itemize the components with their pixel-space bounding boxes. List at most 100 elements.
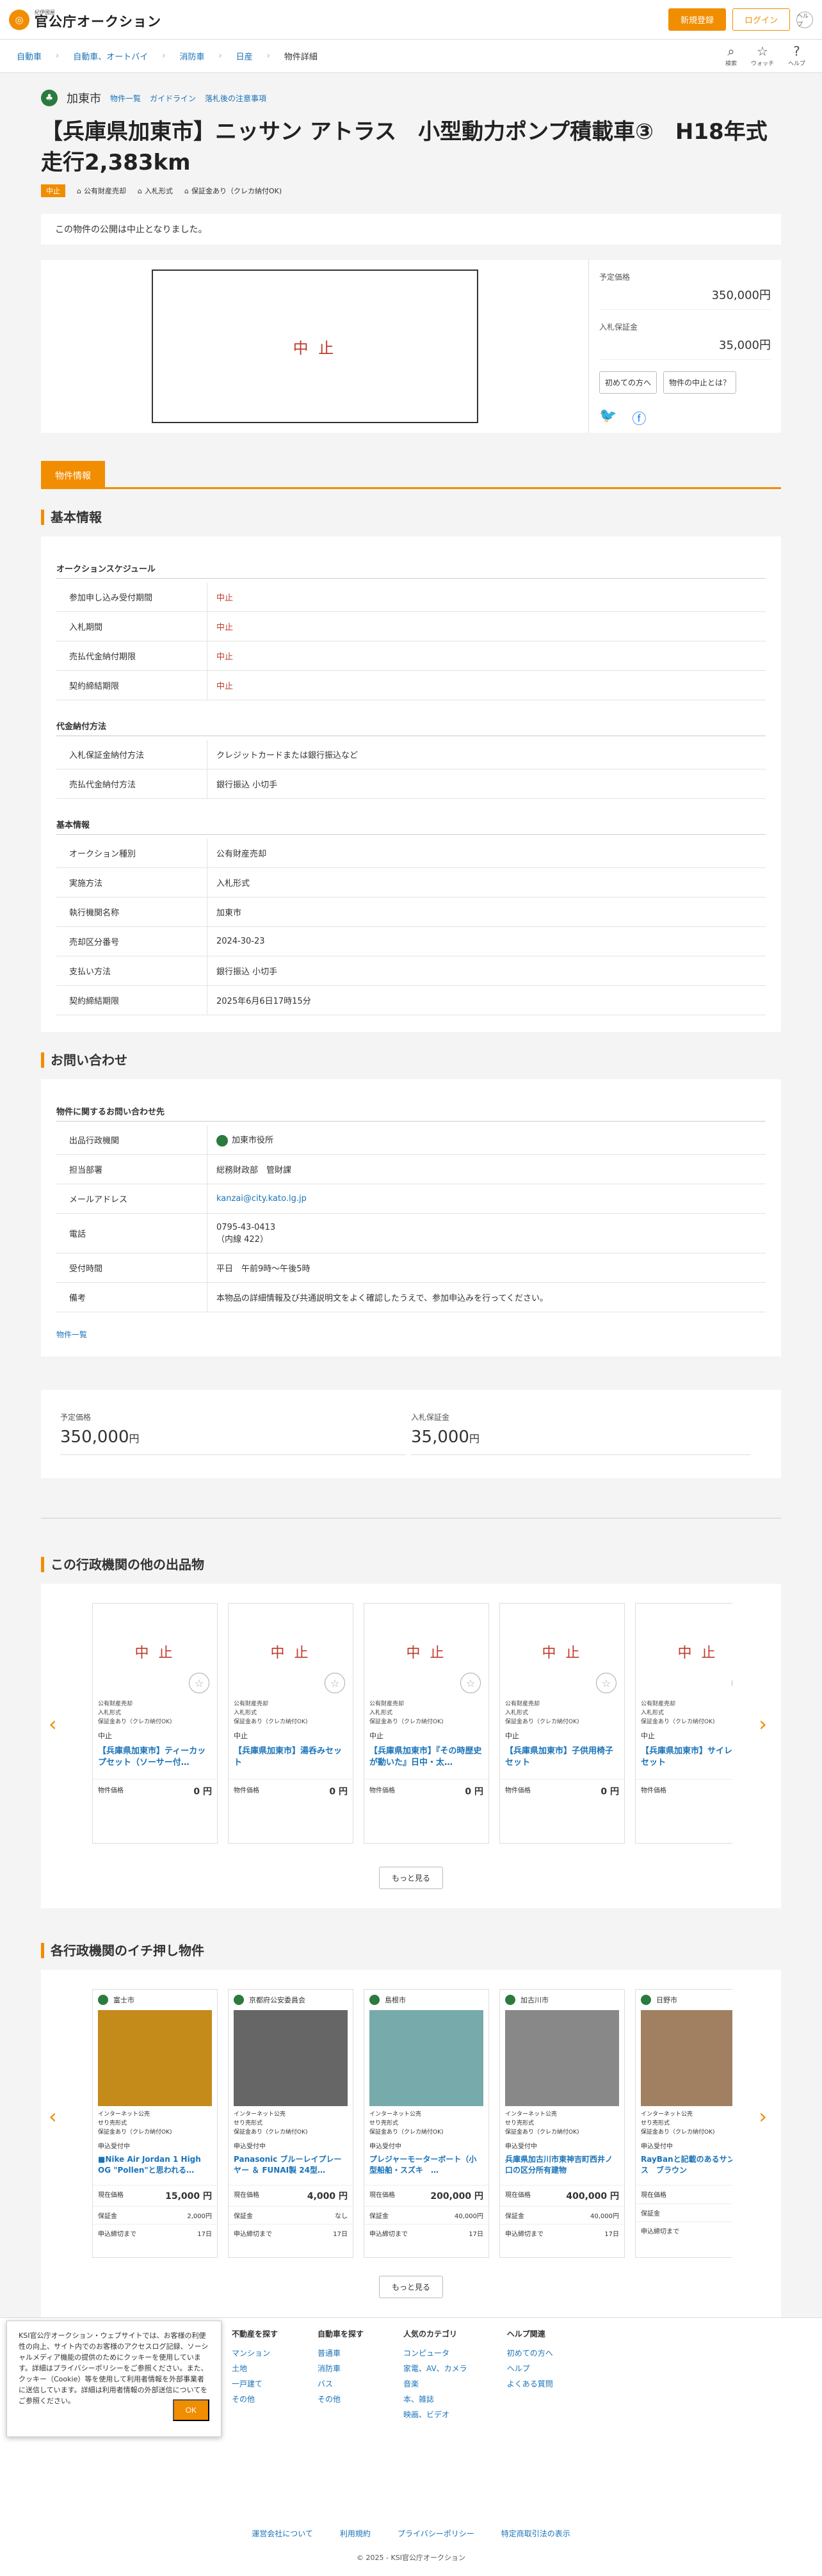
info-key: 売払代金納付期限 xyxy=(56,641,207,670)
footer-link[interactable]: 土地 xyxy=(232,2361,278,2376)
footer-link[interactable]: ヘルプ xyxy=(507,2361,553,2376)
item-org-name: 京都府公安委員会 xyxy=(249,1996,305,2004)
other-item-card[interactable]: 中 止 ☆ 公有財産売却 入札形式 保証金あり（クレカ納付OK) 中止 【兵庫県加東市】子供… xyxy=(499,1603,625,1844)
footer-bottom-link[interactable]: プライバシーポリシー xyxy=(398,2528,474,2539)
beginner-button[interactable]: 初めての方へ xyxy=(599,371,657,394)
footer-link[interactable]: 本、雑誌 xyxy=(403,2392,467,2407)
footer-link[interactable]: マンション xyxy=(232,2346,278,2361)
footer-bottom-link[interactable]: 運営会社について xyxy=(252,2528,313,2539)
info-key: 電話 xyxy=(56,1214,207,1253)
footer-link[interactable]: バス xyxy=(318,2376,364,2392)
item-meta-line: 公有財産売却 xyxy=(234,1701,269,1707)
login-button[interactable]: ログイン xyxy=(732,8,790,31)
watch-nav[interactable]: ☆ ウォッチ xyxy=(751,45,774,67)
org-name[interactable]: 加東市 xyxy=(67,90,101,106)
item-name[interactable]: 兵庫県加古川市東神吉町西井ノ口の区分所有建物 xyxy=(500,2150,624,2185)
item-data-label: 保証金 xyxy=(98,2213,117,2220)
org-link[interactable]: ガイドライン xyxy=(150,93,196,104)
footer-link[interactable]: その他 xyxy=(318,2392,364,2407)
footer-bottom-link[interactable]: 特定商取引法の表示 xyxy=(501,2528,570,2539)
facebook-icon[interactable]: ⓕ xyxy=(632,408,646,428)
other-item-card[interactable]: 中 止 ☆ 公有財産売却 入札形式 保証金あり（クレカ納付OK) 中止 【兵庫県加東市】ティ… xyxy=(92,1603,218,1844)
item-name[interactable]: RayBanと記載のあるサングラス ブラウン xyxy=(636,2150,732,2185)
item-name[interactable]: Panasonic ブルーレイプレーヤー ＆ FUNAI製 24型… xyxy=(229,2150,353,2185)
star-icon[interactable]: ☆ xyxy=(189,1673,209,1693)
item-price-label: 物件価格 xyxy=(234,1787,259,1794)
item-list-link[interactable]: 物件一覧 xyxy=(56,1329,766,1340)
footer-link[interactable]: 音楽 xyxy=(403,2376,467,2392)
info-key: 売却区分番号 xyxy=(56,927,207,956)
chevron-left-icon[interactable]: ‹ xyxy=(49,2104,57,2129)
tag-icon: ⌂ xyxy=(184,186,189,195)
item-meta-line: 入札形式 xyxy=(505,1710,529,1716)
pickup-item-card[interactable]: 日野市 インターネット公売 せり売形式 保証金あり（クレカ納付OK) 申込受付中 RayB… xyxy=(635,1989,732,2258)
item-name[interactable]: 【兵庫県加東市】サイレートセット xyxy=(636,1741,732,1779)
footer-link[interactable]: 初めての方へ xyxy=(507,2346,553,2361)
chevron-right-icon[interactable]: › xyxy=(759,2104,767,2129)
item-meta-line: 入札形式 xyxy=(98,1710,122,1716)
item-data-row: 申込締切まで 17日 xyxy=(229,2224,353,2242)
chevron-left-icon[interactable]: ‹ xyxy=(49,1712,57,1736)
other-item-card[interactable]: 中 止 ☆ 公有財産売却 入札形式 保証金あり（クレカ納付OK) 中止 【兵庫県加東市】湯呑… xyxy=(228,1603,353,1844)
search-nav[interactable]: ⌕ 検索 xyxy=(725,45,737,67)
footer-link[interactable]: 普通車 xyxy=(318,2346,364,2361)
email-link[interactable]: kanzai@city.kato.lg.jp xyxy=(216,1194,307,1203)
tag: ⌂ 保証金あり（クレカ納付OK) xyxy=(184,186,282,196)
footer-link[interactable]: 映画、ビデオ xyxy=(403,2407,467,2422)
info-row: 受付時間 平日 午前9時〜午後5時 xyxy=(56,1253,766,1283)
item-name[interactable]: 【兵庫県加東市】ティーカップセット（ソーサー付… xyxy=(93,1741,217,1779)
breadcrumb-link[interactable]: 自動車、オートバイ xyxy=(73,50,148,62)
pickup-carousel: ‹ 富士市 インターネット公売 せり売形式 保証金あり（クレカ納付OK) 申込受付中 ■N… xyxy=(41,1970,781,2322)
info-value: 銀行振込 小切手 xyxy=(216,967,278,977)
tag-row: 中止 ⌂ 公有財産売却 ⌂ 入札形式 ⌂ 保証金あり（クレカ納付OK) xyxy=(41,184,781,197)
breadcrumb-link[interactable]: 自動車 xyxy=(17,50,42,62)
org-link[interactable]: 落札後の注意事項 xyxy=(205,93,266,104)
other-item-card[interactable]: 中 止☆公有財産売却入札形式保証金あり（クレカ納付OK)中止【兵庫県加東市】サイ… xyxy=(635,1603,732,1844)
item-name[interactable]: 【兵庫県加東市】『その時歴史が動いた』日中・太… xyxy=(364,1741,488,1779)
register-button[interactable]: 新規登録 xyxy=(668,8,726,31)
help-icon[interactable]: ヘルプ xyxy=(796,11,813,28)
tab-item-info[interactable]: 物件情報 xyxy=(41,461,105,489)
tag: ⌂ 公有財産売却 xyxy=(77,186,126,196)
pickup-item-card[interactable]: 京都府公安委員会 インターネット公売 せり売形式 保証金あり（クレカ納付OK) 申込受付… xyxy=(228,1989,353,2258)
item-photo xyxy=(641,2010,732,2106)
item-name[interactable]: 【兵庫県加東市】子供用椅子セット xyxy=(500,1741,624,1779)
chevron-right-icon[interactable]: › xyxy=(759,1712,767,1736)
pickup-item-card[interactable]: 富士市 インターネット公売 せり売形式 保証金あり（クレカ納付OK) 申込受付中 ■Nik… xyxy=(92,1989,218,2258)
help-nav[interactable]: ? ヘルプ xyxy=(788,45,805,67)
breadcrumb-link[interactable]: 消防車 xyxy=(179,50,204,62)
footer-link[interactable]: よくある質問 xyxy=(507,2376,553,2392)
footer-column: 不動産を探す マンション 土地 一戸建て その他 xyxy=(232,2328,278,2422)
info-row: オークション種別 公有財産売却 xyxy=(56,839,766,868)
breadcrumb-link[interactable]: 日産 xyxy=(236,50,253,62)
site-logo[interactable]: ◎ 紀伊國屋 官公庁オークション xyxy=(9,9,161,30)
footer-bottom-link[interactable]: 利用規約 xyxy=(340,2528,371,2539)
footer-link[interactable]: 消防車 xyxy=(318,2361,364,2376)
item-name[interactable]: プレジャーモーターボート（小型船舶・スズキ … xyxy=(364,2150,488,2185)
footer-link[interactable]: コンピュータ xyxy=(403,2346,467,2361)
pickup-item-card[interactable]: 島根市 インターネット公売 せり売形式 保証金あり（クレカ納付OK) 申込受付中 プレジャ… xyxy=(364,1989,489,2258)
cancel-info-button[interactable]: 物件の中止とは？ xyxy=(663,371,737,394)
footer-link[interactable]: 家電、AV、カメラ xyxy=(403,2361,467,2376)
org-link[interactable]: 物件一覧 xyxy=(110,93,141,104)
star-icon[interactable]: ☆ xyxy=(325,1673,345,1693)
footer-link[interactable]: その他 xyxy=(232,2392,278,2407)
cookie-ok-button[interactable]: OK xyxy=(172,2399,209,2421)
deposit-label: 入札保証金 xyxy=(599,323,638,332)
item-name[interactable]: 【兵庫県加東市】湯呑みセット xyxy=(229,1741,353,1779)
other-item-card[interactable]: 中 止 ☆ 公有財産売却 入札形式 保証金あり（クレカ納付OK) 中止 【兵庫県加東市】『そ… xyxy=(364,1603,489,1844)
twitter-icon[interactable]: 🐦 xyxy=(599,408,616,428)
star-icon[interactable]: ☆ xyxy=(596,1673,616,1693)
subheading: 基本情報 xyxy=(56,818,766,835)
item-name[interactable]: ■Nike Air Jordan 1 High OG "Pollen"と思われる… xyxy=(93,2150,217,2185)
item-status: 申込受付中 xyxy=(369,2143,401,2150)
star-icon[interactable]: ☆ xyxy=(460,1673,481,1693)
subheading: 物件に関するお問い合わせ先 xyxy=(56,1105,766,1122)
footer-link[interactable]: 一戸建て xyxy=(232,2376,278,2392)
footer-heading: 自動車を探す xyxy=(318,2330,364,2339)
more-button[interactable]: もっと見る xyxy=(379,2276,443,2298)
more-button[interactable]: もっと見る xyxy=(379,1867,443,1889)
item-data-label: 申込締切まで xyxy=(641,2228,679,2235)
info-row: 入札保証金納付方法 クレジットカードまたは銀行振込など xyxy=(56,740,766,769)
pickup-item-card[interactable]: 加古川市 インターネット公売 せり売形式 保証金あり（クレカ納付OK) 申込受付中 兵庫県… xyxy=(499,1989,625,2258)
